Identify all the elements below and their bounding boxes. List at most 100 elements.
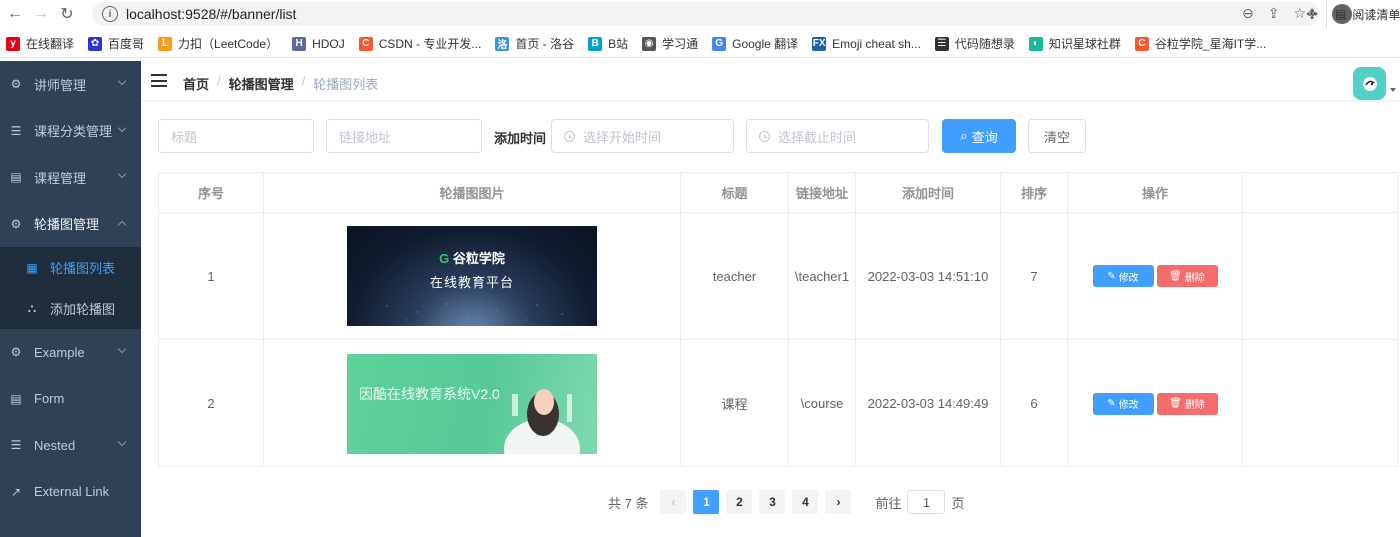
bilibili-icon: B [588,36,603,51]
reading-list[interactable]: ▤ 阅读清单 [1326,0,1400,28]
breadcrumb-banner-manage[interactable]: 轮播图管理 [229,74,294,93]
prev-page-icon[interactable]: ‹ [660,490,687,514]
bookmark-label: 知识星球社群 [1048,37,1121,51]
sidebar-item-label: 讲师管理 [34,77,87,93]
chevron-down-icon [117,169,127,179]
sidebar-item-3[interactable]: ⚙ 轮播图管理 [0,201,141,248]
sidebar-item-7[interactable]: ▤ Form [0,376,141,423]
bookmark-item[interactable]: G Google 翻译 [712,35,798,52]
share-icon[interactable]: ⇪ [1268,5,1280,22]
edit-button[interactable]: ✎ 修改 [1092,392,1154,415]
globe-icon: ◉ [642,36,657,51]
zoom-icon[interactable]: ⊖ [1242,5,1254,22]
banner-person-illustration [504,388,580,454]
bookmark-item[interactable]: ✿ 百度哥 [88,35,144,52]
bookmark-item[interactable]: ◉ 学习通 [642,35,698,52]
row-title: 课程 [681,340,789,467]
bookmark-item[interactable]: C CSDN - 专业开发... [358,35,481,52]
bookmark-star-icon[interactable]: ☆ [1293,5,1306,22]
sidebar-item-1[interactable]: ☰ 课程分类管理 [0,108,141,155]
link-icon: ↗ [10,484,22,499]
bookmarks-bar: y 在线翻译 ✿ 百度哥 L 力扣（LeetCode） H HDOJ C CSDN - 专业开发.… [0,30,1400,58]
title-search-placeholder: 标题 [171,129,198,145]
bookmark-item[interactable]: H HDOJ [292,36,345,51]
edit-button[interactable]: ✎ 修改 [1092,265,1154,287]
sidebar-item-0[interactable]: ⚙ 讲师管理 [0,61,141,108]
breadcrumb-home[interactable]: 首页 [183,74,209,93]
sidebar-item-label: External Link [34,484,110,500]
title-search-input[interactable]: 标题 [158,119,314,153]
row-sort: 6 [1001,340,1068,467]
emoji-gift-icon: FX [812,36,827,51]
forward-icon[interactable]: → [28,1,54,27]
url-text: localhost:9528/#/banner/list [126,6,297,22]
chevron-up-icon [117,220,127,229]
sidebar-item-label: Example [34,344,85,360]
sidebar-item-4[interactable]: ▦ 轮播图列表 [0,247,141,288]
bookmark-item[interactable]: FX Emoji cheat sh... [812,36,921,51]
page-4-button[interactable]: 4 [792,490,819,514]
table-row: 1 G 谷粒学院 在线教育平台 teacher \teacher1 2022-0… [159,213,1397,340]
page-3-button[interactable]: 3 [759,490,786,514]
header-actions: 操作 [1068,173,1243,212]
sidebar-item-label: Form [34,391,65,407]
reload-icon[interactable]: ↻ [54,1,80,27]
back-icon[interactable]: ← [2,1,28,27]
banner-image: G 谷粒学院 在线教育平台 [347,226,597,326]
end-time-picker[interactable]: 选择截止时间 [746,119,929,153]
site-info-icon[interactable]: i [102,6,118,22]
sidebar-item-6[interactable]: ⚙ Example [0,329,141,376]
user-avatar[interactable] [1353,67,1386,100]
search-icon: ⌕ [960,128,968,143]
bookmark-item[interactable]: C 谷粒学院_星海IT学... [1134,35,1266,52]
clear-button-label: 清空 [1043,129,1070,145]
sidebar-item-2[interactable]: ▤ 课程管理 [0,154,141,201]
bookmark-item[interactable]: y 在线翻译 [6,35,74,52]
page-1-button[interactable]: 1 [693,490,720,514]
bookmark-item[interactable]: 洛首页 - 洛谷 [495,35,574,52]
add-time-label: 添加时间 [494,131,547,146]
row-index: 1 [159,213,264,339]
start-time-picker[interactable]: 选择开始时间 [551,119,734,153]
sidebar-item-label: 轮播图列表 [50,261,116,276]
bookmark-item[interactable]: L 力扣（LeetCode） [158,35,278,52]
edit-icon: ✎ [1107,270,1116,282]
list-icon: ☰ [10,438,22,453]
code-icon: ☰ [934,36,949,51]
hamburger-icon[interactable] [151,74,167,87]
bookmark-item[interactable]: ◐ 知识星球社群 [1028,35,1121,52]
banner-image: 因酷在线教育系统V2.0 [347,353,597,454]
query-button[interactable]: ⌕ 查询 [942,119,1016,153]
sidebar-item-9[interactable]: ↗ External Link [0,469,141,516]
sidebar-item-label: Nested [34,437,76,453]
page-suffix: 页 [951,495,965,511]
link-search-input[interactable]: 链接地址 [326,119,482,153]
clear-button[interactable]: 清空 [1028,119,1086,153]
chevron-down-icon [117,437,127,447]
bookmark-label: 首页 - 洛谷 [515,37,575,51]
row-time: 2022-03-03 14:49:49 [856,340,1001,467]
sidebar-item-5[interactable]: ⛬ 添加轮播图 [0,288,141,329]
delete-button[interactable]: 🗑︎ 删除 [1156,392,1218,415]
form-icon: ▤ [10,170,22,185]
header-sort: 排序 [1001,173,1068,212]
edit-button-label: 修改 [1118,272,1139,284]
table-icon: ▦ [26,260,38,275]
bookmarks-more-icon[interactable]: » [1309,5,1316,20]
delete-button[interactable]: 🗑︎ 删除 [1156,265,1218,287]
address-bar[interactable]: i localhost:9528/#/banner/list ⊖ ⇪ ☆ [92,2,1320,26]
goto-page-input[interactable]: 1 [907,490,946,514]
form-icon: ▤ [10,391,22,406]
avatar-dropdown-icon[interactable] [1390,88,1396,92]
sidebar-item-label: 添加轮播图 [50,302,116,317]
bookmark-item[interactable]: B B站 [588,35,628,52]
hdoj-icon: H [292,36,307,51]
bookmark-label: 代码随想录 [954,37,1015,51]
next-page-icon[interactable]: › [825,490,852,514]
banner-subtitle: 在线教育平台 [429,275,514,290]
page-2-button[interactable]: 2 [726,490,753,514]
sidebar-item-8[interactable]: ☰ Nested [0,422,141,469]
bookmark-label: 百度哥 [108,37,145,51]
tree-icon: ⛬ [27,301,37,315]
bookmark-item[interactable]: ☰ 代码随想录 [934,35,1015,52]
